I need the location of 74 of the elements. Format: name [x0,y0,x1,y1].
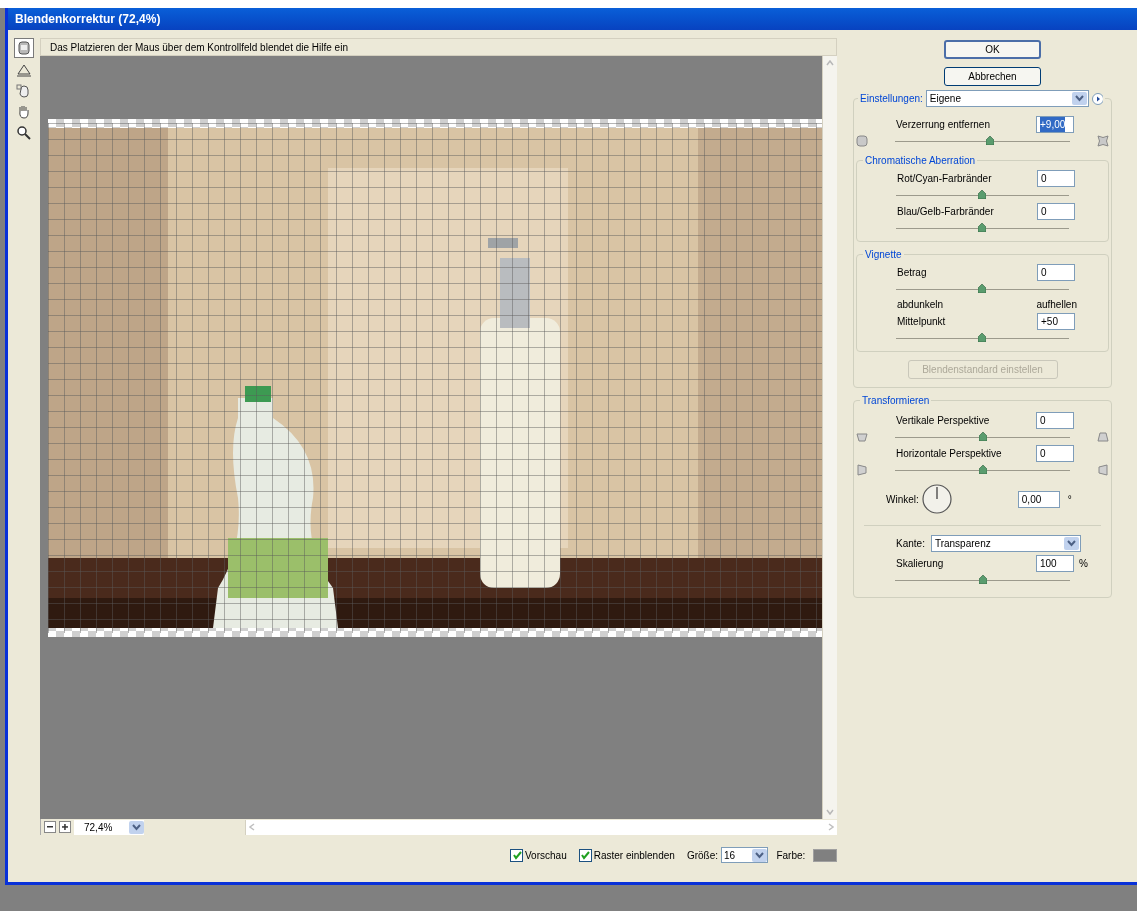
slider-label: Verzerrung entfernen [896,118,991,132]
group-title: Einstellungen: [860,92,923,106]
value-field[interactable]: +50 [1037,313,1075,330]
checkbox-label: Raster einblenden [593,848,675,863]
unit-label: % [1079,557,1088,571]
slider-thumb[interactable] [978,464,987,474]
cancel-button[interactable]: Abbrechen [944,67,1041,86]
slider-label: Blau/Gelb-Farbränder [897,205,995,219]
plus-icon [62,824,68,830]
value-field[interactable]: 0 [1037,203,1075,220]
value-field[interactable]: 0 [1036,412,1074,429]
horizontal-scrollbar[interactable] [245,819,837,835]
size-value: 16 [724,848,736,863]
value-field[interactable]: 0 [1036,445,1074,462]
trapezoid-icon[interactable] [856,431,868,443]
angle-dial[interactable] [921,484,952,514]
slider-thumb[interactable] [978,189,987,199]
slider-label: Skalierung [896,557,945,571]
slider-thumb[interactable] [978,283,987,293]
value-field[interactable]: 0 [1037,264,1075,281]
zoom-value: 72,4% [84,820,113,835]
dropdown-caret-icon[interactable] [752,848,768,862]
range-label: abdunkeln [897,297,944,312]
barrel-icon[interactable] [856,135,868,147]
edge-label: Kante: [896,536,925,551]
slider-label: Vertikale Perspektive [896,414,991,428]
minus-icon [47,826,53,828]
value-field[interactable]: 100 [1036,555,1074,572]
color-swatch[interactable] [813,848,837,862]
dropdown-value: Transparenz [934,536,991,551]
value-field[interactable]: 0 [1037,170,1075,187]
edge-dropdown[interactable]: Transparenz [930,534,1081,552]
zoom-out-button[interactable] [44,821,56,833]
slider-label: Mittelpunkt [897,315,947,329]
zoom-dropdown[interactable]: 72,4% [74,819,144,835]
barrel-icon[interactable] [14,38,34,58]
size-label: Größe: [686,848,718,863]
group-title: Chromatische Aberration [863,154,978,167]
slider-thumb[interactable] [978,431,987,441]
pincushion-icon[interactable] [1097,135,1109,147]
dropdown-caret-icon[interactable] [129,820,144,834]
ok-button[interactable]: OK [944,40,1041,59]
scroll-left-icon[interactable] [249,823,255,831]
slider-thumb[interactable] [985,135,994,145]
range-label: aufhellen [1036,297,1077,312]
degree-label: ° [1067,492,1072,507]
slider-label: Rot/Cyan-Farbränder [897,172,993,186]
slider-thumb[interactable] [978,332,987,342]
slider-thumb[interactable] [978,574,987,584]
help-text: Das Platzieren der Maus über dem Kontrollfeld blendet die Hilfe ein [40,38,837,56]
group-title: Vignette [863,248,904,261]
checkbox-label: Vorschau [525,848,567,863]
slider-label: Horizontale Perspektive [896,447,1003,461]
trapezoid-icon[interactable] [1097,464,1109,476]
dropdown-value: Eigene [929,92,961,106]
window-title: Blendenkorrektur (72,4%) [15,11,161,28]
trapezoid-icon[interactable] [1097,431,1109,443]
trapezoid-icon[interactable] [856,464,868,476]
zoom-in-button[interactable] [59,821,71,833]
size-dropdown[interactable]: 16 [721,847,769,863]
dropdown-caret-icon[interactable] [1072,92,1088,105]
value-field[interactable]: +9,00 [1036,116,1074,133]
angle-label: Winkel: [886,492,919,507]
checkbox[interactable] [510,848,523,862]
color-label: Farbe: [776,848,806,863]
settings-dropdown[interactable]: Eigene [925,90,1090,107]
dropdown-caret-icon[interactable] [1063,536,1079,550]
checkbox[interactable] [578,848,592,862]
scroll-right-icon[interactable] [828,823,834,831]
value-field[interactable]: 0,00 [1017,490,1060,508]
slider-label: Betrag [897,266,928,280]
group-title: Transformieren [860,394,932,407]
slider-thumb[interactable] [978,222,987,232]
menu-arrow-icon[interactable] [1092,92,1103,105]
